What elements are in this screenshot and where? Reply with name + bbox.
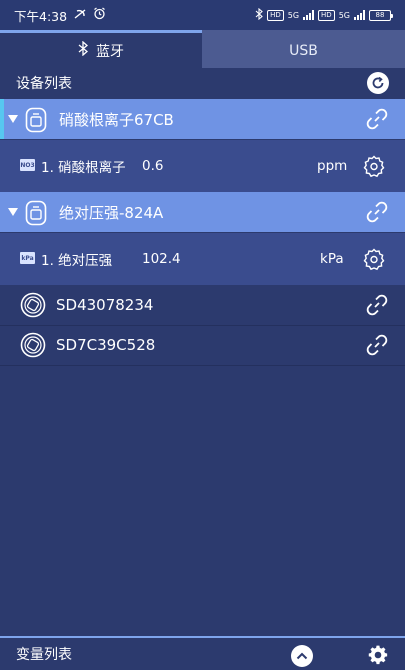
device-list-header: 设备列表	[0, 68, 405, 98]
refresh-button[interactable]	[367, 72, 389, 94]
variable-list-title: 变量列表	[16, 647, 72, 663]
variable-name: 1. 绝对压强	[41, 253, 113, 269]
battery-icon: 88	[369, 9, 393, 21]
status-time: 下午4:38	[14, 8, 68, 24]
variable-value: 0.6	[142, 158, 164, 174]
bluetooth-status-icon	[255, 7, 263, 22]
link-icon[interactable]	[365, 333, 389, 361]
status-bar: 下午4:38 HD 5G HD 5G 88	[0, 0, 405, 30]
expand-caret-icon[interactable]	[8, 115, 18, 123]
expand-caret-icon[interactable]	[8, 208, 18, 216]
device-disc-icon	[20, 332, 46, 362]
tab-bluetooth-label: 蓝牙	[96, 43, 124, 60]
device-name: SD7C39C528	[56, 336, 156, 354]
signal-2-icon	[354, 10, 365, 20]
hd-badge-2: HD	[318, 9, 335, 21]
device-row-4[interactable]: SD7C39C528	[0, 325, 405, 365]
gear-icon	[368, 645, 388, 665]
net1-label: 5G	[287, 10, 300, 20]
device-name: 硝酸根离子67CB	[59, 110, 174, 129]
variable-row-2[interactable]: kPa 1. 绝对压强 102.4 kPa	[0, 233, 405, 285]
connection-tabs: 蓝牙 USB	[0, 30, 405, 68]
variable-unit: kPa	[320, 251, 344, 267]
net2-label: 5G	[338, 10, 350, 20]
link-icon[interactable]	[365, 107, 389, 135]
hd-badge: HD	[267, 9, 284, 21]
sensor-device-icon	[25, 200, 47, 230]
variable-row-1[interactable]: NO3 1. 硝酸根离子 0.6 ppm	[0, 140, 405, 192]
variable-type-icon: kPa	[20, 252, 35, 264]
refresh-icon	[372, 76, 384, 89]
selected-accent	[0, 99, 4, 139]
device-row-3[interactable]: SD43078234	[0, 285, 405, 325]
tab-bluetooth[interactable]: 蓝牙	[0, 30, 202, 68]
device-list-title: 设备列表	[16, 76, 72, 92]
settings-button[interactable]	[367, 644, 389, 670]
sensor-device-icon	[25, 107, 47, 137]
tab-usb[interactable]: USB	[202, 30, 405, 68]
variable-value: 102.4	[142, 251, 181, 267]
chevron-up-icon	[296, 652, 308, 660]
signal-1-icon	[303, 10, 315, 20]
link-icon[interactable]	[365, 200, 389, 228]
variable-unit: ppm	[317, 158, 348, 174]
variable-settings-icon[interactable]	[362, 154, 386, 182]
row-divider	[0, 365, 405, 366]
notification-icon	[73, 8, 87, 23]
device-name: SD43078234	[56, 296, 154, 314]
tab-usb-label: USB	[289, 42, 318, 59]
variable-settings-icon[interactable]	[362, 247, 386, 275]
bluetooth-icon	[78, 40, 89, 60]
device-name: 绝对压强-824A	[59, 203, 164, 222]
link-icon[interactable]	[365, 293, 389, 321]
variable-list-bar: 变量列表	[0, 636, 405, 670]
variable-type-icon: NO3	[20, 159, 35, 171]
expand-panel-button[interactable]	[291, 645, 313, 667]
alarm-icon	[93, 7, 106, 23]
battery-level: 88	[375, 11, 385, 19]
device-row-1[interactable]: 硝酸根离子67CB	[0, 99, 405, 139]
variable-name: 1. 硝酸根离子	[41, 160, 126, 176]
device-disc-icon	[20, 292, 46, 322]
device-row-2[interactable]: 绝对压强-824A	[0, 192, 405, 232]
